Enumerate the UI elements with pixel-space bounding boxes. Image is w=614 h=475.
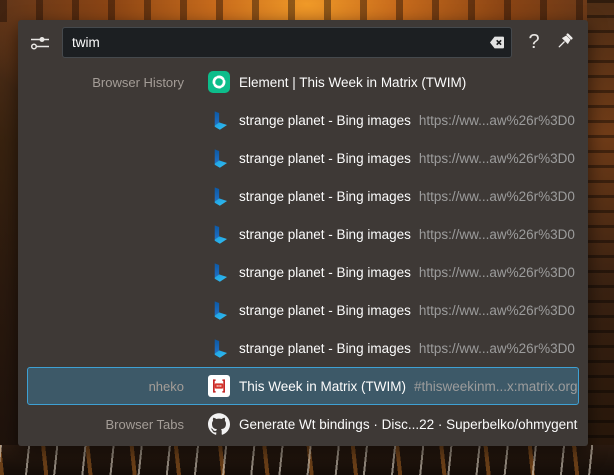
result-text: strange planet - Bing images https://ww..…: [239, 189, 575, 204]
configure-sliders-icon[interactable]: [26, 29, 54, 57]
result-row[interactable]: strange planet - Bing images https://ww..…: [27, 329, 579, 367]
result-text: strange planet - Bing images https://ww..…: [239, 303, 575, 318]
category-label: Browser Tabs: [28, 417, 208, 432]
bing-icon: [208, 185, 230, 207]
search-input[interactable]: [62, 27, 512, 58]
category-label: nheko: [28, 379, 208, 394]
result-text: strange planet - Bing images https://ww..…: [239, 341, 575, 356]
bing-icon: [208, 223, 230, 245]
result-row[interactable]: strange planet - Bing images https://ww..…: [27, 101, 579, 139]
result-subtitle: #thisweekinm...x:matrix.org: [414, 379, 578, 394]
result-row[interactable]: strange planet - Bing images https://ww..…: [27, 177, 579, 215]
clear-search-icon[interactable]: [484, 34, 506, 51]
krunner-panel: ? Browser History Element | This Week in …: [18, 20, 588, 446]
help-button[interactable]: ?: [521, 28, 547, 57]
bing-icon: [208, 299, 230, 321]
result-subtitle: https://ww...aw%26r%3D0: [419, 227, 575, 242]
element-icon: [208, 71, 230, 93]
result-row[interactable]: strange planet - Bing images https://ww..…: [27, 215, 579, 253]
bing-icon: [208, 337, 230, 359]
result-text: This Week in Matrix (TWIM) #thisweekinm..…: [239, 379, 578, 394]
search-row: ?: [18, 27, 588, 59]
result-row[interactable]: strange planet - Bing images https://ww..…: [27, 291, 579, 329]
result-row-selected[interactable]: nheko This Week in Matrix (TWIM) #thisweek…: [27, 367, 579, 405]
result-text: strange planet - Bing images https://ww..…: [239, 113, 575, 128]
result-row[interactable]: strange planet - Bing images https://ww..…: [27, 139, 579, 177]
result-title: strange planet - Bing images: [239, 151, 411, 166]
nheko-icon: [208, 375, 230, 397]
result-title: strange planet - Bing images: [239, 341, 411, 356]
result-subtitle: https://ww...aw%26r%3D0: [419, 341, 575, 356]
result-subtitle: https://ww...aw%26r%3D0: [419, 265, 575, 280]
wallpaper-top-structures: [0, 0, 614, 22]
result-text: strange planet - Bing images https://ww..…: [239, 151, 575, 166]
result-subtitle: https://ww...aw%26r%3D0: [419, 303, 575, 318]
result-title: Generate Wt bindings · Disc...22 · Super…: [239, 417, 578, 432]
result-row[interactable]: Browser History Element | This Week in Ma…: [27, 63, 579, 101]
result-title: strange planet - Bing images: [239, 189, 411, 204]
result-title: strange planet - Bing images: [239, 265, 411, 280]
result-row[interactable]: strange planet - Bing images https://ww..…: [27, 253, 579, 291]
result-text: Element | This Week in Matrix (TWIM): [239, 75, 466, 90]
result-row[interactable]: Browser Tabs Generate Wt bindings · Disc.…: [27, 405, 579, 443]
result-title: strange planet - Bing images: [239, 227, 411, 242]
bing-icon: [208, 261, 230, 283]
wallpaper-right-strip: [587, 0, 614, 475]
result-subtitle: https://ww...aw%26r%3D0: [419, 151, 575, 166]
github-icon: [208, 413, 230, 435]
wallpaper-tracks: [0, 445, 614, 475]
result-text: strange planet - Bing images https://ww..…: [239, 227, 575, 242]
result-title: strange planet - Bing images: [239, 113, 411, 128]
result-title: Element | This Week in Matrix (TWIM): [239, 75, 466, 90]
result-text: strange planet - Bing images https://ww..…: [239, 265, 575, 280]
category-label: Browser History: [28, 75, 208, 90]
result-title: strange planet - Bing images: [239, 303, 411, 318]
bing-icon: [208, 147, 230, 169]
results-list: Browser History Element | This Week in Ma…: [27, 63, 579, 443]
result-text: Generate Wt bindings · Disc...22 · Super…: [239, 417, 578, 432]
bing-icon: [208, 109, 230, 131]
result-subtitle: https://ww...aw%26r%3D0: [419, 113, 575, 128]
result-subtitle: https://ww...aw%26r%3D0: [419, 189, 575, 204]
pin-icon[interactable]: [552, 30, 578, 56]
result-title: This Week in Matrix (TWIM): [239, 379, 406, 394]
